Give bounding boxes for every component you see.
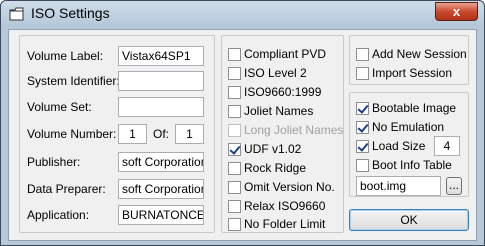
volume-label-input[interactable]: Vistax64SP1 [118,46,204,66]
udf-v102-checkbox[interactable] [228,143,241,156]
boot-group: Bootable Image No Emulation Load Size 4 … [349,92,469,197]
boot-file-input[interactable]: boot.img [356,176,441,196]
session-group: Add New Session Import Session [349,35,469,85]
system-identifier-label: System Identifier: [27,74,120,88]
boot-info-table-label: Boot Info Table [372,158,452,172]
iso-settings-window: ISO Settings x Volume Label: Vistax64SP1… [0,0,485,246]
volume-of-label: Of: [153,127,170,141]
publisher-label: Publisher: [27,155,81,169]
volume-number-label: Volume Number: [27,127,117,141]
long-joliet-names-label: Long Joliet Names [244,123,344,137]
udf-v102-label: UDF v1.02 [244,142,302,156]
iso-level-2-checkbox[interactable] [228,67,241,80]
boot-info-table-checkbox[interactable] [356,159,369,172]
load-size-input[interactable]: 4 [434,136,460,156]
application-label: Application: [27,208,90,222]
folder-icon [9,7,24,21]
close-button[interactable]: x [435,2,478,21]
bootable-image-checkbox[interactable] [356,102,369,115]
load-size-checkbox[interactable] [356,140,369,153]
publisher-input[interactable]: soft Corporation [118,152,204,172]
browse-button[interactable]: ... [446,177,462,195]
long-joliet-names-checkbox [228,124,241,137]
data-preparer-label: Data Preparer: [27,182,106,196]
joliet-names-label: Joliet Names [244,104,314,118]
volume-label-label: Volume Label: [27,49,104,63]
data-preparer-input[interactable]: soft Corporation [118,179,204,199]
application-input[interactable]: BURNATONCE [118,205,204,225]
load-size-label: Load Size [372,139,426,153]
no-folder-limit-checkbox[interactable] [228,218,241,231]
title-bar[interactable]: ISO Settings x [1,1,484,27]
add-new-session-label: Add New Session [372,47,467,61]
iso9660-1999-checkbox[interactable] [228,86,241,99]
volume-set-input[interactable] [118,97,204,117]
volume-set-label: Volume Set: [27,100,92,114]
import-session-checkbox[interactable] [356,67,369,80]
dialog-body: Volume Label: Vistax64SP1 System Identif… [8,29,477,241]
joliet-names-checkbox[interactable] [228,105,241,118]
system-identifier-input[interactable] [118,71,204,91]
relax-iso9660-label: Relax ISO9660 [244,199,326,213]
omit-version-no-label: Omit Version No. [244,180,335,194]
ok-button[interactable]: OK [349,209,469,231]
no-folder-limit-label: No Folder Limit [244,217,326,231]
iso9660-1999-label: ISO9660:1999 [244,85,322,99]
compliant-pvd-checkbox[interactable] [228,48,241,61]
volume-of-input[interactable]: 1 [175,124,204,144]
add-new-session-checkbox[interactable] [356,48,369,61]
rock-ridge-label: Rock Ridge [244,161,307,175]
import-session-label: Import Session [372,66,453,80]
window-title: ISO Settings [31,5,110,21]
iso-level-2-label: ISO Level 2 [244,66,307,80]
volume-number-input[interactable]: 1 [118,124,147,144]
no-emulation-checkbox[interactable] [356,121,369,134]
bootable-image-label: Bootable Image [372,101,457,115]
filesystem-options-group: Compliant PVD ISO Level 2 ISO9660:1999 J… [221,35,344,233]
compliant-pvd-label: Compliant PVD [244,47,327,61]
relax-iso9660-checkbox[interactable] [228,200,241,213]
volume-info-group: Volume Label: Vistax64SP1 System Identif… [19,35,215,233]
rock-ridge-checkbox[interactable] [228,162,241,175]
no-emulation-label: No Emulation [372,120,445,134]
omit-version-no-checkbox[interactable] [228,181,241,194]
